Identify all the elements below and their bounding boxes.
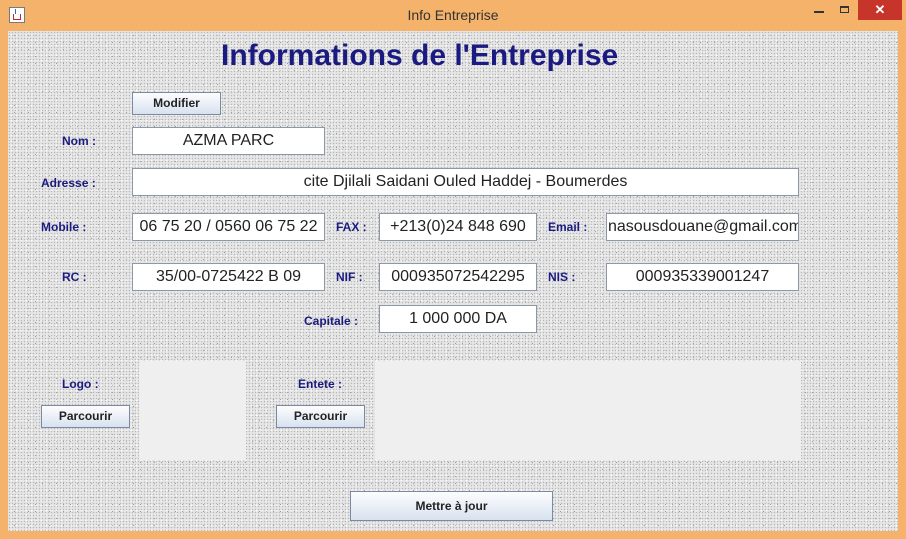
- rc-label: RC :: [62, 270, 87, 284]
- nis-field[interactable]: 000935339001247: [606, 263, 799, 291]
- capitale-field[interactable]: 1 000 000 DA: [379, 305, 537, 333]
- adresse-label: Adresse :: [41, 176, 96, 190]
- title-bar[interactable]: Info Entreprise ✕: [0, 0, 906, 31]
- adresse-field[interactable]: cite Djilali Saidani Ouled Haddej - Boum…: [132, 168, 799, 196]
- form-panel: Informations de l'Entreprise Modifier No…: [8, 31, 898, 531]
- fax-label: FAX :: [336, 220, 367, 234]
- nis-label: NIS :: [548, 270, 576, 284]
- email-field[interactable]: nasousdouane@gmail.com: [606, 213, 799, 241]
- nom-label: Nom :: [62, 134, 96, 148]
- nom-field[interactable]: AZMA PARC: [132, 127, 325, 155]
- mobile-label: Mobile :: [41, 220, 87, 234]
- logo-image: [139, 361, 246, 460]
- maximize-icon: [840, 6, 849, 13]
- rc-field[interactable]: 35/00-0725422 B 09: [132, 263, 325, 291]
- window-title: Info Entreprise: [407, 7, 499, 23]
- logo-label: Logo :: [62, 377, 99, 391]
- entete-label: Entete :: [298, 377, 343, 391]
- update-button[interactable]: Mettre à jour: [350, 491, 553, 521]
- page-title: Informations de l'Entreprise: [221, 39, 619, 72]
- nif-label: NIF :: [336, 270, 363, 284]
- nif-field[interactable]: 000935072542295: [379, 263, 537, 291]
- close-button[interactable]: ✕: [858, 0, 902, 20]
- logo-browse-button[interactable]: Parcourir: [41, 405, 130, 428]
- entete-image: [375, 361, 801, 460]
- close-icon: ✕: [874, 2, 886, 17]
- entete-browse-button[interactable]: Parcourir: [276, 405, 365, 428]
- modifier-button[interactable]: Modifier: [132, 92, 221, 115]
- fax-field[interactable]: +213(0)24 848 690: [379, 213, 537, 241]
- email-label: Email :: [548, 220, 588, 234]
- maximize-button[interactable]: [832, 0, 858, 20]
- minimize-icon: [814, 11, 824, 13]
- capitale-label: Capitale :: [304, 314, 359, 328]
- mobile-field[interactable]: 06 75 20 / 0560 06 75 22: [132, 213, 325, 241]
- minimize-button[interactable]: [806, 0, 832, 20]
